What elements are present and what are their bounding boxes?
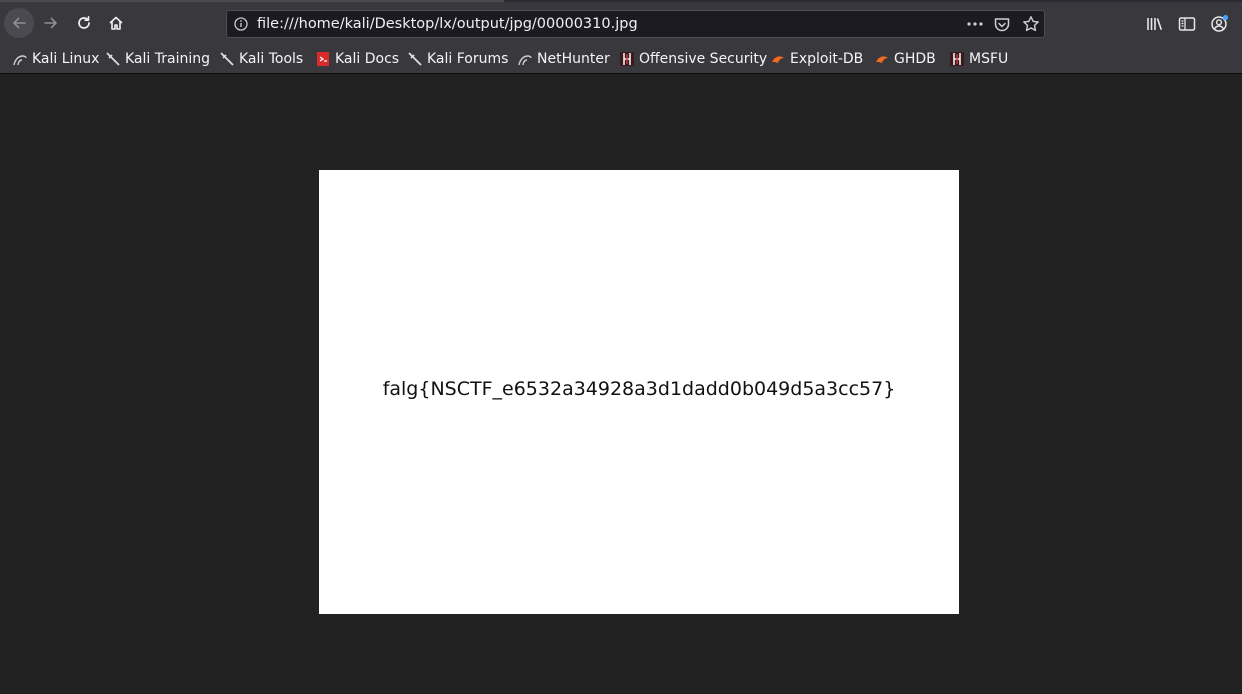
navigation-bar: file:///home/kali/Desktop/lx/output/jpg/…: [0, 4, 1242, 42]
bookmark-label: NetHunter: [537, 51, 610, 67]
offsec-icon: [950, 52, 964, 66]
displayed-image[interactable]: falg{NSCTF_e6532a34928a3d1dadd0b049d5a3c…: [319, 170, 959, 614]
page-actions-icon[interactable]: [965, 16, 985, 32]
arrow-left-icon: [13, 17, 26, 29]
back-button[interactable]: [4, 8, 34, 38]
pocket-icon[interactable]: [993, 16, 1011, 34]
address-bar[interactable]: file:///home/kali/Desktop/lx/output/jpg/…: [226, 10, 1045, 38]
forward-button[interactable]: [36, 8, 66, 38]
bookmark-label: Offensive Security: [639, 51, 768, 67]
bookmark-nethunter[interactable]: NetHunter: [517, 49, 610, 69]
account-icon[interactable]: [1209, 14, 1229, 34]
info-icon[interactable]: [233, 16, 249, 32]
bookmark-exploit-db[interactable]: Exploit-DB: [770, 49, 863, 69]
kali-sword-icon: [106, 52, 120, 66]
bookmark-offensive-security[interactable]: Offensive Security: [619, 49, 767, 69]
tab-strip: [0, 0, 1242, 2]
bookmark-kali-forums[interactable]: Kali Forums: [407, 49, 508, 69]
kali-dragon-icon: [13, 55, 27, 66]
bookmark-msfu[interactable]: MSFU: [949, 49, 1008, 69]
bookmark-label: Kali Docs: [335, 51, 400, 67]
kali-sword-icon: [220, 52, 234, 66]
arrow-right-icon: [44, 17, 57, 29]
bookmark-label: MSFU: [969, 51, 1009, 67]
offsec-icon: [620, 52, 634, 66]
bookmark-ghdb[interactable]: GHDB: [874, 49, 936, 69]
kali-docs-icon: [317, 52, 329, 66]
page-viewport: falg{NSCTF_e6532a34928a3d1dadd0b049d5a3c…: [0, 74, 1242, 694]
reload-icon: [78, 15, 90, 29]
sidebar-icon[interactable]: [1177, 14, 1197, 34]
bookmark-kali-docs[interactable]: Kali Docs: [315, 49, 399, 69]
kali-dragon-icon: [518, 55, 532, 66]
home-icon: [109, 16, 123, 30]
bookmark-label: GHDB: [894, 51, 936, 67]
bookmark-kali-tools[interactable]: Kali Tools: [219, 49, 303, 69]
active-tab-indicator: [0, 0, 504, 2]
bookmark-label: Kali Training: [125, 51, 210, 67]
url-text[interactable]: file:///home/kali/Desktop/lx/output/jpg/…: [257, 16, 638, 33]
image-text: falg{NSCTF_e6532a34928a3d1dadd0b049d5a3c…: [382, 378, 896, 400]
kali-sword-icon: [408, 52, 422, 66]
bookmark-label: Kali Tools: [239, 51, 304, 67]
browser-toolbar: file:///home/kali/Desktop/lx/output/jpg/…: [0, 0, 1242, 74]
reload-button[interactable]: [69, 8, 99, 38]
library-icon[interactable]: [1145, 14, 1165, 34]
exploitdb-icon: [772, 56, 784, 63]
bookmark-star-icon[interactable]: [1022, 15, 1040, 33]
exploitdb-icon: [876, 56, 888, 63]
bookmark-kali-linux[interactable]: Kali Linux: [12, 49, 99, 69]
bookmark-label: Exploit-DB: [790, 51, 864, 67]
bookmark-kali-training[interactable]: Kali Training: [105, 49, 210, 69]
home-button[interactable]: [101, 8, 131, 38]
bookmark-label: Kali Linux: [32, 51, 100, 67]
bookmarks-toolbar: Kali Linux Kali Training Kali Tools Kali…: [0, 45, 1242, 72]
bookmark-label: Kali Forums: [427, 51, 509, 67]
